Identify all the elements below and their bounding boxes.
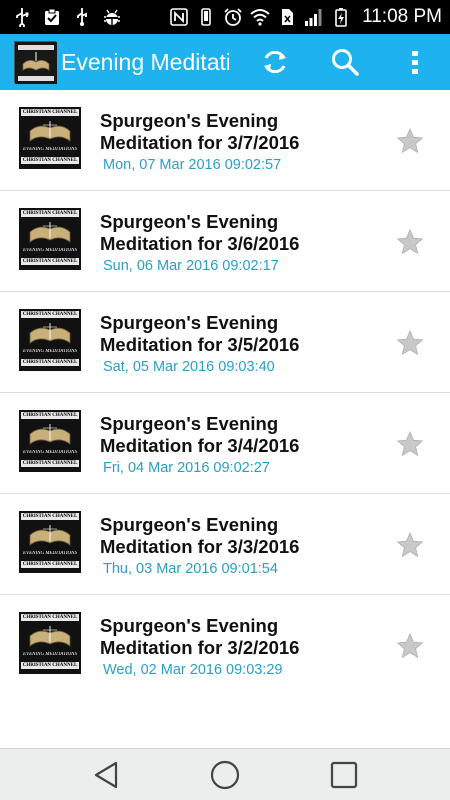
usb-icon bbox=[16, 8, 29, 27]
item-date: Thu, 03 Mar 2016 09:01:54 bbox=[103, 561, 278, 577]
list-item[interactable]: CHRISTIAN CHANNEL EVENING MEDITATIONS CHRI… bbox=[0, 393, 450, 494]
open-book-icon bbox=[29, 121, 71, 142]
item-title: Spurgeon's Evening Meditation for 3/4/20… bbox=[100, 413, 300, 456]
list-item[interactable]: CHRISTIAN CHANNEL EVENING MEDITATIONS CHRI… bbox=[0, 191, 450, 292]
favorite-star-icon[interactable] bbox=[396, 127, 424, 155]
navigation-bar bbox=[0, 748, 450, 800]
open-book-icon bbox=[29, 424, 71, 445]
list-item[interactable]: CHRISTIAN CHANNEL EVENING MEDITATIONS CHRI… bbox=[0, 494, 450, 595]
list-item[interactable]: CHRISTIAN CHANNEL EVENING MEDITATIONS CHRI… bbox=[0, 595, 450, 678]
search-icon bbox=[332, 49, 359, 76]
item-thumbnail: CHRISTIAN CHANNEL EVENING MEDITATIONS CHRI… bbox=[19, 511, 81, 573]
item-date: Wed, 02 Mar 2016 09:03:29 bbox=[103, 662, 283, 678]
favorite-star-icon[interactable] bbox=[396, 228, 424, 256]
item-date: Sun, 06 Mar 2016 09:02:17 bbox=[103, 258, 279, 274]
recent-apps-button[interactable] bbox=[324, 757, 364, 793]
item-thumbnail: CHRISTIAN CHANNEL EVENING MEDITATIONS CHRI… bbox=[19, 309, 81, 371]
home-icon bbox=[210, 760, 240, 790]
list-item[interactable]: CHRISTIAN CHANNEL EVENING MEDITATIONS CHRI… bbox=[0, 292, 450, 393]
thumbnail-top-text: CHRISTIAN CHANNEL bbox=[21, 109, 79, 116]
item-title: Spurgeon's Evening Meditation for 3/6/20… bbox=[100, 211, 300, 254]
item-date: Sat, 05 Mar 2016 09:03:40 bbox=[103, 359, 275, 375]
search-button[interactable] bbox=[325, 42, 365, 82]
nfc-icon bbox=[170, 8, 188, 26]
item-thumbnail: CHRISTIAN CHANNEL EVENING MEDITATIONS CHRI… bbox=[19, 612, 81, 674]
thumbnail-bottom-text: CHRISTIAN CHANNEL bbox=[21, 460, 79, 467]
refresh-icon bbox=[264, 50, 286, 74]
favorite-star-icon[interactable] bbox=[396, 531, 424, 559]
item-title: Spurgeon's Evening Meditation for 3/3/20… bbox=[100, 514, 300, 557]
item-thumbnail: CHRISTIAN CHANNEL EVENING MEDITATIONS CHRI… bbox=[19, 107, 81, 169]
favorite-star-icon[interactable] bbox=[396, 632, 424, 660]
app-logo-icon bbox=[15, 42, 57, 84]
usb-debug-icon bbox=[77, 8, 87, 26]
app-logo[interactable] bbox=[14, 41, 57, 84]
thumbnail-bottom-text: CHRISTIAN CHANNEL bbox=[21, 258, 79, 265]
item-title: Spurgeon's Evening Meditation for 3/7/20… bbox=[100, 110, 300, 153]
app-title: Evening Meditations bbox=[61, 49, 229, 75]
thumbnail-middle-text: EVENING MEDITATIONS bbox=[22, 248, 78, 253]
status-bar: 11:08 PM bbox=[0, 0, 450, 34]
thumbnail-bottom-text: CHRISTIAN CHANNEL bbox=[21, 157, 79, 164]
favorite-star-icon[interactable] bbox=[396, 430, 424, 458]
status-bar-notifications bbox=[12, 6, 122, 28]
action-bar: Evening Meditations bbox=[0, 34, 450, 90]
thumbnail-bottom-text: CHRISTIAN CHANNEL bbox=[21, 359, 79, 366]
back-button[interactable] bbox=[86, 757, 126, 793]
android-debug-icon bbox=[104, 9, 120, 25]
thumbnail-top-text: CHRISTIAN CHANNEL bbox=[21, 311, 79, 318]
screen: 11:08 PM Evening Meditations bbox=[0, 0, 450, 800]
thumbnail-middle-text: EVENING MEDITATIONS bbox=[22, 450, 78, 455]
list-item[interactable]: CHRISTIAN CHANNEL EVENING MEDITATIONS CHRI… bbox=[0, 90, 450, 191]
thumbnail-top-text: CHRISTIAN CHANNEL bbox=[21, 614, 79, 621]
item-title: Spurgeon's Evening Meditation for 3/2/20… bbox=[100, 615, 300, 658]
open-book-icon bbox=[29, 323, 71, 344]
status-bar-system: 11:08 PM bbox=[169, 4, 442, 30]
item-thumbnail: CHRISTIAN CHANNEL EVENING MEDITATIONS CHRI… bbox=[19, 208, 81, 270]
sim-icon bbox=[282, 9, 294, 25]
open-book-icon bbox=[29, 626, 71, 647]
status-time: 11:08 PM bbox=[362, 6, 442, 27]
overflow-menu-button[interactable] bbox=[395, 42, 435, 82]
thumbnail-middle-text: EVENING MEDITATIONS bbox=[22, 147, 78, 152]
meditation-list[interactable]: CHRISTIAN CHANNEL EVENING MEDITATIONS CHRI… bbox=[0, 90, 450, 678]
battery-charging-icon bbox=[335, 8, 347, 27]
recent-apps-icon bbox=[330, 761, 358, 789]
thumbnail-bottom-text: CHRISTIAN CHANNEL bbox=[21, 662, 79, 669]
wifi-icon bbox=[250, 9, 270, 26]
thumbnail-middle-text: EVENING MEDITATIONS bbox=[22, 349, 78, 354]
thumbnail-top-text: CHRISTIAN CHANNEL bbox=[21, 210, 79, 217]
vibrate-icon bbox=[201, 8, 211, 26]
overflow-menu-icon bbox=[412, 51, 418, 74]
thumbnail-top-text: CHRISTIAN CHANNEL bbox=[21, 412, 79, 419]
item-date: Mon, 07 Mar 2016 09:02:57 bbox=[103, 157, 282, 173]
open-book-icon bbox=[29, 222, 71, 243]
thumbnail-top-text: CHRISTIAN CHANNEL bbox=[21, 513, 79, 520]
thumbnail-middle-text: EVENING MEDITATIONS bbox=[22, 551, 78, 556]
thumbnail-middle-text: EVENING MEDITATIONS bbox=[22, 652, 78, 657]
refresh-button[interactable] bbox=[255, 42, 295, 82]
clipboard-check-icon bbox=[45, 8, 59, 25]
home-button[interactable] bbox=[205, 757, 245, 793]
favorite-star-icon[interactable] bbox=[396, 329, 424, 357]
thumbnail-bottom-text: CHRISTIAN CHANNEL bbox=[21, 561, 79, 568]
item-title: Spurgeon's Evening Meditation for 3/5/20… bbox=[100, 312, 300, 355]
alarm-icon bbox=[224, 8, 242, 26]
signal-icon bbox=[305, 9, 322, 26]
open-book-icon bbox=[29, 525, 71, 546]
item-date: Fri, 04 Mar 2016 09:02:27 bbox=[103, 460, 270, 476]
item-thumbnail: CHRISTIAN CHANNEL EVENING MEDITATIONS CHRI… bbox=[19, 410, 81, 472]
back-icon bbox=[94, 761, 118, 789]
